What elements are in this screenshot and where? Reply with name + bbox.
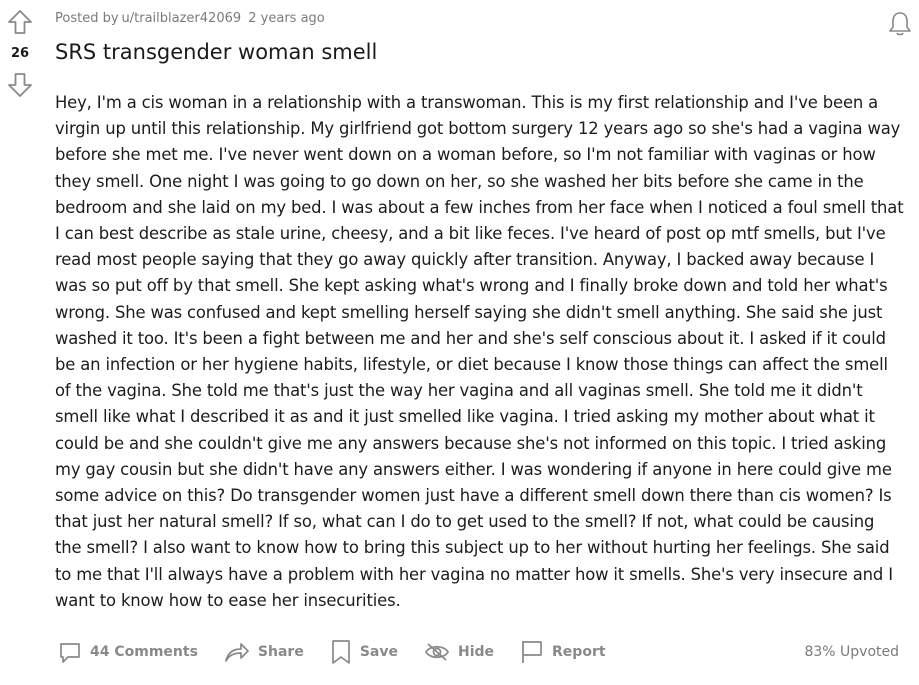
save-label: Save (359, 644, 398, 660)
hide-label: Hide (457, 644, 495, 660)
downvote-arrow-icon (8, 73, 32, 97)
vote-score: 26 (10, 46, 30, 61)
author-link[interactable]: u/trailblazer42069 (122, 11, 242, 26)
save-button[interactable]: Save (330, 639, 398, 665)
bookmark-icon (331, 640, 350, 664)
report-button[interactable]: Report (520, 639, 606, 665)
post-actions-bar: 44 Comments Share Save Hide Report (58, 636, 632, 668)
comments-label: 44 Comments (90, 644, 198, 660)
share-label: Share (257, 644, 304, 660)
flag-icon (522, 641, 542, 663)
upvote-ratio: 83% Upvoted (804, 644, 899, 660)
post-time: 2 years ago (248, 11, 325, 26)
downvote-button[interactable] (7, 72, 33, 98)
hide-button[interactable]: Hide (424, 640, 494, 664)
notify-button[interactable] (886, 10, 914, 38)
bell-icon (889, 12, 911, 36)
upvote-arrow-icon (8, 10, 32, 34)
report-label: Report (552, 644, 606, 660)
post-meta: Posted by u/trailblazer42069 2 years ago (55, 11, 328, 26)
post-body: Hey, I'm a cis woman in a relationship w… (55, 93, 904, 610)
share-arrow-icon (225, 643, 249, 662)
eye-slash-icon (425, 643, 449, 661)
comments-button[interactable]: 44 Comments (58, 640, 198, 664)
share-button[interactable]: Share (224, 640, 304, 664)
upvote-button[interactable] (7, 9, 33, 35)
posted-by-label: Posted by (55, 11, 119, 26)
comment-bubble-icon (60, 643, 80, 663)
post-title[interactable]: SRS transgender woman smell (55, 40, 377, 64)
